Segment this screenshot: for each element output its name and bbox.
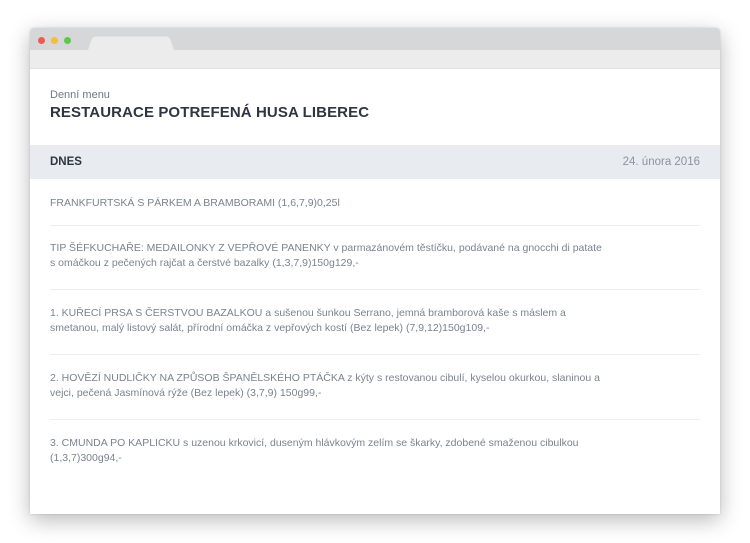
browser-toolbar — [30, 50, 720, 69]
menu-item: FRANKFURTSKÁ S PÁRKEM A BRAMBORAMI (1,6,… — [50, 179, 700, 226]
day-label: DNES — [50, 156, 82, 168]
menu-item-text: 2. HOVĚZÍ NUDLIČKY NA ZPŮSOB ŠPANĚLSKÉHO… — [50, 372, 600, 399]
menu-item: 1. KUŘECÍ PRSA S ČERSTVOU BAZALKOU a suš… — [50, 290, 700, 355]
menu-list: FRANKFURTSKÁ S PÁRKEM A BRAMBORAMI (1,6,… — [30, 179, 720, 484]
menu-header: Denní menu RESTAURACE POTREFENÁ HUSA LIB… — [30, 69, 720, 126]
menu-item: TIP ŠÉFKUCHAŘE: MEDAILONKY Z VEPŘOVÉ PAN… — [50, 226, 700, 290]
menu-item: 2. HOVĚZÍ NUDLIČKY NA ZPŮSOB ŠPANĚLSKÉHO… — [50, 355, 700, 420]
maximize-window-icon[interactable] — [64, 37, 71, 44]
browser-tab[interactable] — [88, 36, 174, 50]
page-subtitle: Denní menu — [50, 89, 110, 101]
close-window-icon[interactable] — [38, 37, 45, 44]
menu-item-text: 3. CMUNDA PO KAPLICKU s uzenou krkovicí,… — [50, 437, 579, 464]
day-date: 24. února 2016 — [622, 156, 700, 168]
menu-item-text: 1. KUŘECÍ PRSA S ČERSTVOU BAZALKOU a suš… — [50, 307, 566, 334]
day-header: DNES 24. února 2016 — [30, 145, 720, 179]
menu-item-text: TIP ŠÉFKUCHAŘE: MEDAILONKY Z VEPŘOVÉ PAN… — [50, 242, 602, 269]
minimize-window-icon[interactable] — [51, 37, 58, 44]
menu-item-text: FRANKFURTSKÁ S PÁRKEM A BRAMBORAMI (1,6,… — [50, 197, 340, 209]
browser-window: Denní menu RESTAURACE POTREFENÁ HUSA LIB… — [30, 28, 720, 514]
browser-titlebar — [30, 28, 720, 50]
menu-item: 3. CMUNDA PO KAPLICKU s uzenou krkovicí,… — [50, 420, 700, 484]
page-title: RESTAURACE POTREFENÁ HUSA LIBEREC — [50, 104, 370, 121]
